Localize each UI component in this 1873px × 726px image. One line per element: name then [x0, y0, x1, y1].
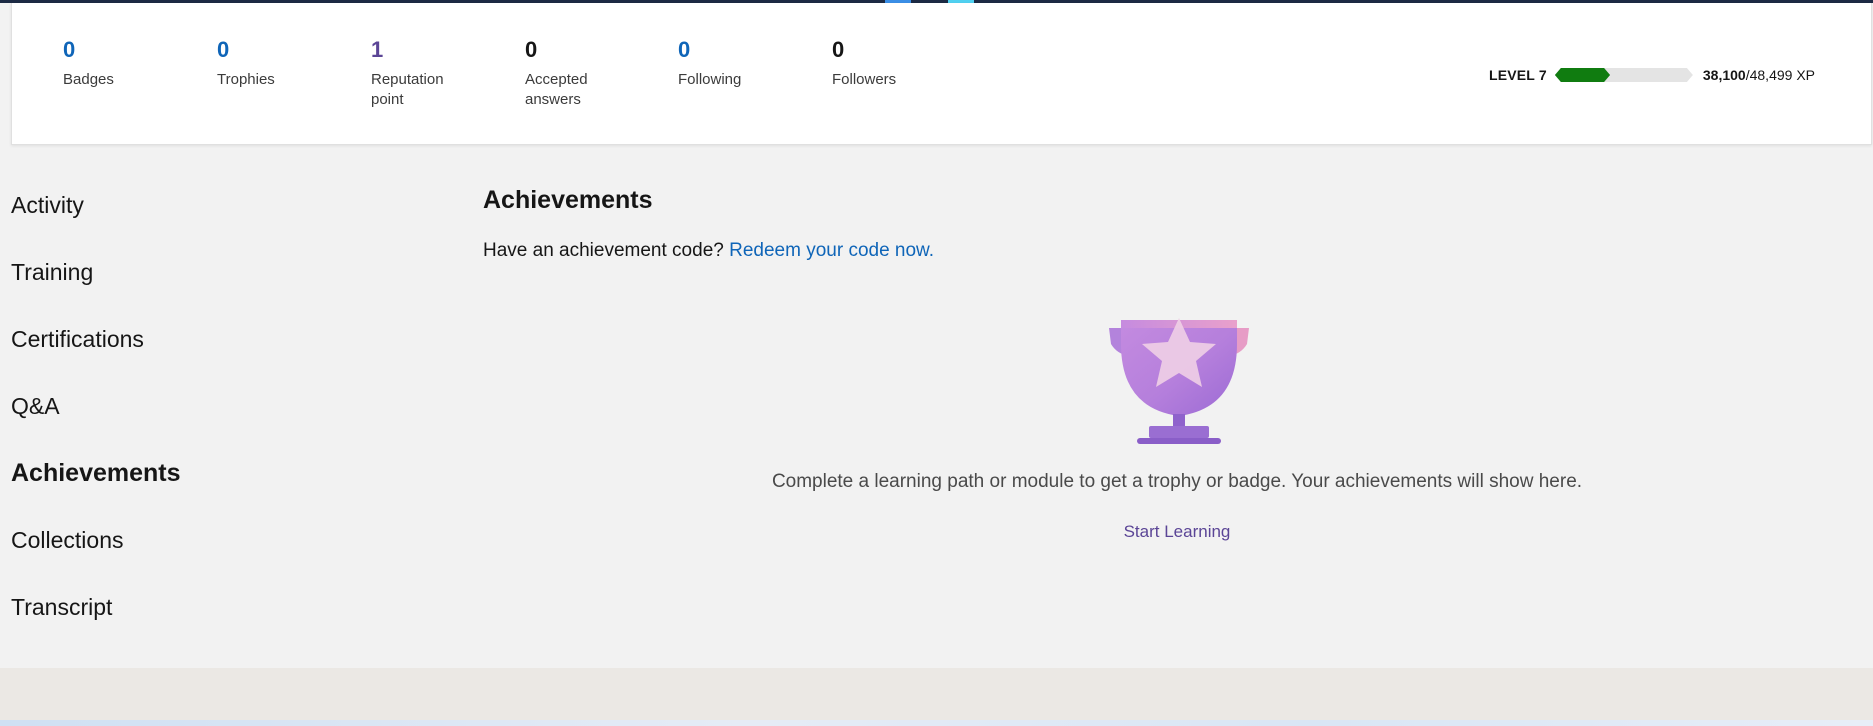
stat-badges[interactable]: 0 Badges	[63, 36, 193, 90]
xp-current: 38,100	[1702, 67, 1746, 83]
start-learning-row: Start Learning	[483, 522, 1871, 542]
stat-accepted-answers[interactable]: 0 Accepted answers	[525, 36, 605, 110]
sidebar-item-activity[interactable]: Activity	[11, 175, 181, 242]
stat-value: 0	[832, 37, 845, 62]
sidebar-item-qa[interactable]: Q&A	[11, 376, 181, 443]
page-title: Achievements	[483, 186, 653, 214]
stat-label: Accepted answers	[525, 71, 588, 108]
xp-total: /48,499 XP	[1745, 67, 1815, 83]
trophy-base	[1149, 426, 1209, 438]
code-prompt: Have an achievement code?	[483, 240, 724, 261]
redeem-code-link[interactable]: Redeem your code now.	[729, 240, 934, 261]
stat-value: 0	[217, 37, 230, 62]
footer-band	[0, 668, 1873, 726]
stat-value: 0	[525, 37, 538, 62]
stat-value: 0	[678, 37, 691, 62]
stat-label: Reputation point	[371, 71, 444, 108]
level-progress: LEVEL 7 38,100/48,499 XP	[1489, 63, 1815, 87]
stat-followers[interactable]: 0 Followers	[832, 36, 962, 90]
empty-state-message: Complete a learning path or module to ge…	[771, 471, 1583, 492]
xp-progress-bar	[1555, 68, 1693, 82]
xp-progress-fill	[1555, 68, 1610, 82]
stat-label: Followers	[832, 71, 897, 88]
start-learning-link[interactable]: Start Learning	[1124, 522, 1231, 541]
sidebar-item-training[interactable]: Training	[11, 242, 181, 309]
stat-label: Badges	[63, 71, 114, 88]
stat-following[interactable]: 0 Following	[678, 36, 808, 90]
achievements-panel: Achievements Have an achievement code? R…	[483, 180, 1871, 541]
xp-readout: 38,100/48,499 XP	[1703, 67, 1815, 83]
sidebar-item-transcript[interactable]: Transcript	[11, 577, 181, 644]
stat-value: 0	[63, 37, 76, 62]
stat-label: Following	[678, 71, 742, 88]
profile-side-nav: Activity Training Certifications Q&A Ach…	[11, 175, 181, 644]
stat-label: Trophies	[217, 71, 275, 88]
sidebar-item-certifications[interactable]: Certifications	[11, 309, 181, 376]
sidebar-item-collections[interactable]: Collections	[11, 510, 181, 577]
trophy-stem	[1173, 414, 1185, 428]
sidebar-item-achievements[interactable]: Achievements	[11, 443, 181, 510]
trophy-plinth	[1137, 438, 1221, 444]
level-label: LEVEL 7	[1488, 67, 1547, 83]
stat-reputation[interactable]: 1 Reputation point	[371, 36, 461, 110]
achievement-code-line: Have an achievement code? Redeem your co…	[483, 240, 934, 262]
stat-trophies[interactable]: 0 Trophies	[217, 36, 347, 90]
footer-edge	[0, 720, 1873, 726]
trophy-icon	[1109, 318, 1249, 444]
profile-stats-card: 0 Badges 0 Trophies 1 Reputation point 0…	[11, 3, 1872, 145]
stat-value: 1	[371, 37, 384, 62]
